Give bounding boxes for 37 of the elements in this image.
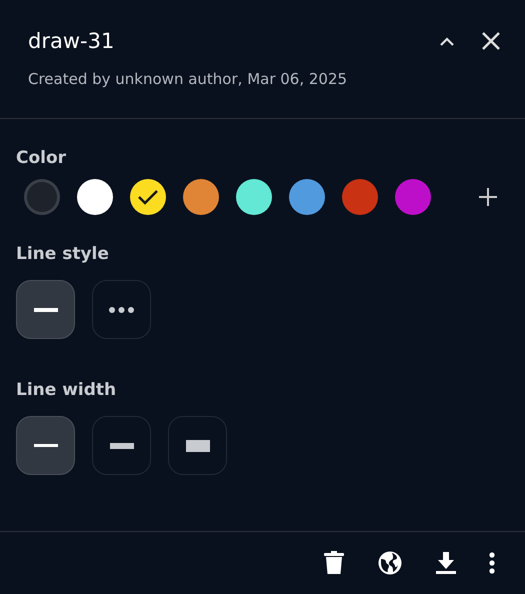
more-icon [489, 552, 495, 574]
color-swatch[interactable] [395, 179, 431, 215]
download-button[interactable] [436, 552, 456, 574]
plus-icon [478, 187, 498, 207]
line-thickness-icon [34, 444, 58, 447]
line-thickness-icon [110, 442, 134, 448]
close-icon [481, 31, 501, 51]
drawing-title: draw-31 [28, 28, 116, 55]
line-width-button[interactable] [168, 416, 227, 475]
color-swatch[interactable] [77, 179, 113, 215]
section-label: Color [16, 147, 68, 170]
download-icon [436, 552, 456, 574]
color-swatch[interactable] [24, 179, 60, 215]
add-color-button[interactable] [478, 187, 498, 207]
line-width-button[interactable] [92, 416, 151, 475]
delete-button[interactable] [324, 551, 344, 575]
line-style-button[interactable] [16, 280, 75, 339]
line-thickness-icon [186, 440, 210, 452]
close-button[interactable] [481, 31, 501, 51]
line-width-button[interactable] [16, 416, 75, 475]
color-swatch[interactable] [130, 179, 166, 215]
share-button[interactable] [377, 550, 403, 576]
collapse-button[interactable] [439, 36, 455, 46]
dots-icon [109, 306, 134, 312]
more-options-button[interactable] [489, 552, 495, 574]
color-swatch[interactable] [183, 179, 219, 215]
chevron-up-icon [439, 36, 455, 46]
color-swatch[interactable] [236, 179, 272, 215]
section-label: Line style [16, 243, 110, 266]
color-swatch[interactable] [342, 179, 378, 215]
color-swatch[interactable] [289, 179, 325, 215]
line-style-button[interactable] [92, 280, 151, 339]
trash-icon [324, 551, 344, 575]
globe-icon [377, 550, 403, 576]
check-icon [137, 189, 159, 205]
created-by-text: Created by unknown author, Mar 06, 2025 [28, 70, 348, 88]
section-label: Line width [16, 379, 118, 402]
